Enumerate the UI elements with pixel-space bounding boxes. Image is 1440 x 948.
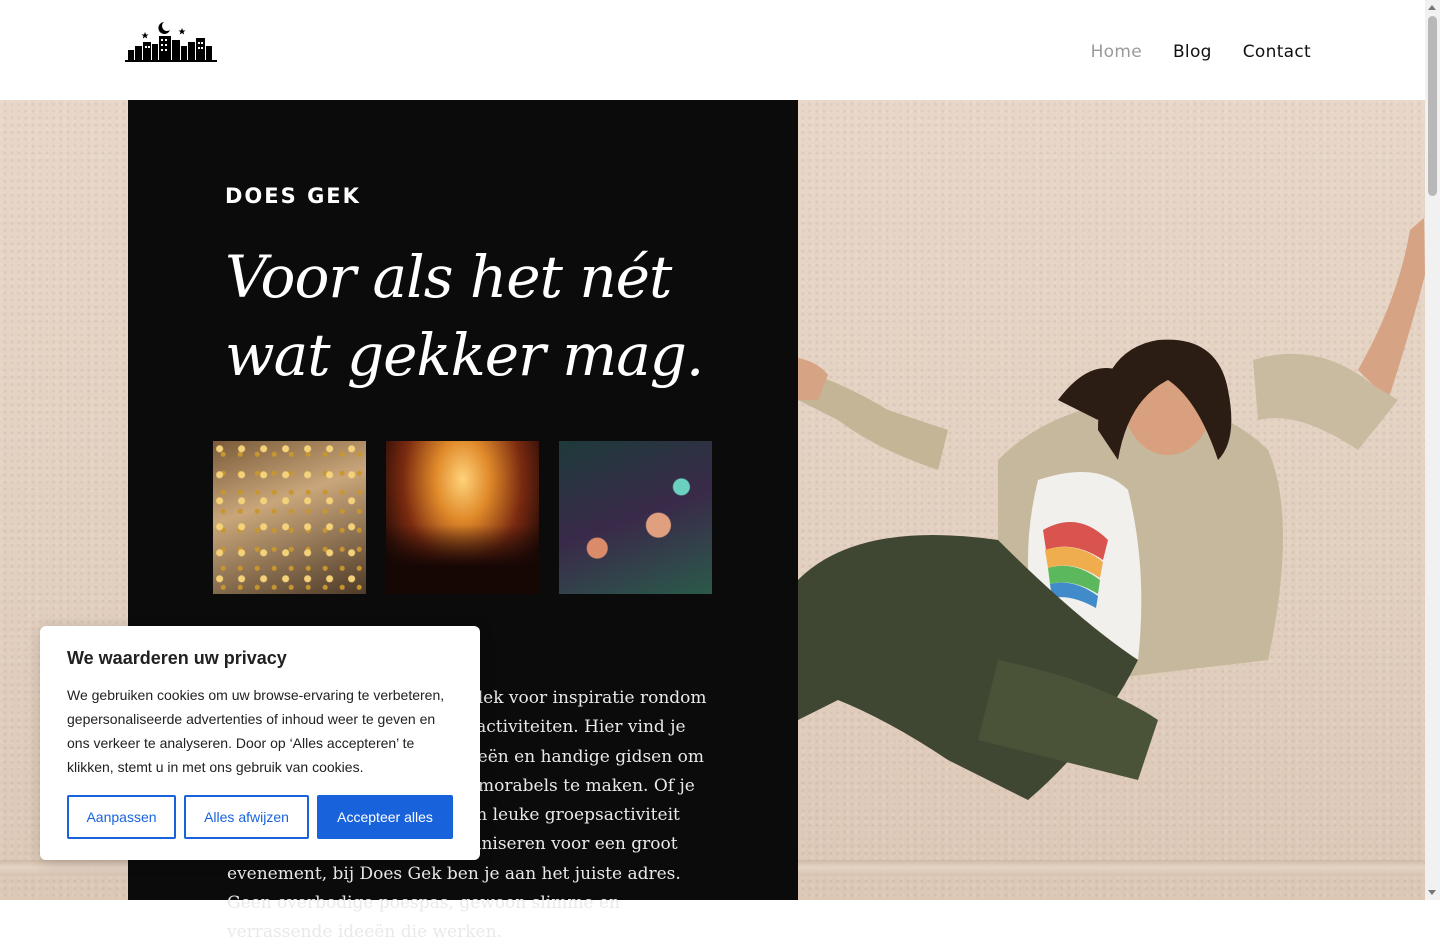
thumbnail-row [213,441,712,594]
customize-button[interactable]: Aanpassen [67,795,176,839]
city-skyline-moon-icon [125,22,217,62]
accept-all-button[interactable]: Accepteer alles [317,795,453,839]
cookie-consent-dialog: We waarderen uw privacy We gebruiken coo… [40,626,480,860]
cookie-button-row: Aanpassen Alles afwijzen Accepteer alles [67,795,453,839]
champagne-toast-image [213,441,366,594]
nav-home-link[interactable]: Home [1091,42,1142,62]
reject-all-button[interactable]: Alles afwijzen [184,795,309,839]
site-title: DOES GEK [225,184,361,208]
cookie-title: We waarderen uw privacy [67,648,287,668]
site-header: Home Blog Contact [0,0,1425,100]
hero-photo [798,100,1425,900]
site-logo[interactable] [124,20,218,64]
main-nav: Home Blog Contact [1091,42,1311,62]
jumping-woman-illustration [798,218,1425,800]
scroll-down-arrow-icon[interactable] [1428,890,1436,895]
concert-crowd-image [386,441,539,594]
nav-contact-link[interactable]: Contact [1243,42,1311,62]
hero-headline: Voor als het nét wat gekker mag. [225,243,704,389]
scroll-up-arrow-icon[interactable] [1428,5,1436,10]
page-scrollbar[interactable] [1425,0,1440,900]
dance-party-image [559,441,712,594]
cookie-description: We gebruiken cookies om uw browse-ervari… [67,687,445,775]
nav-blog-link[interactable]: Blog [1173,42,1212,62]
scrollbar-thumb[interactable] [1428,16,1437,196]
